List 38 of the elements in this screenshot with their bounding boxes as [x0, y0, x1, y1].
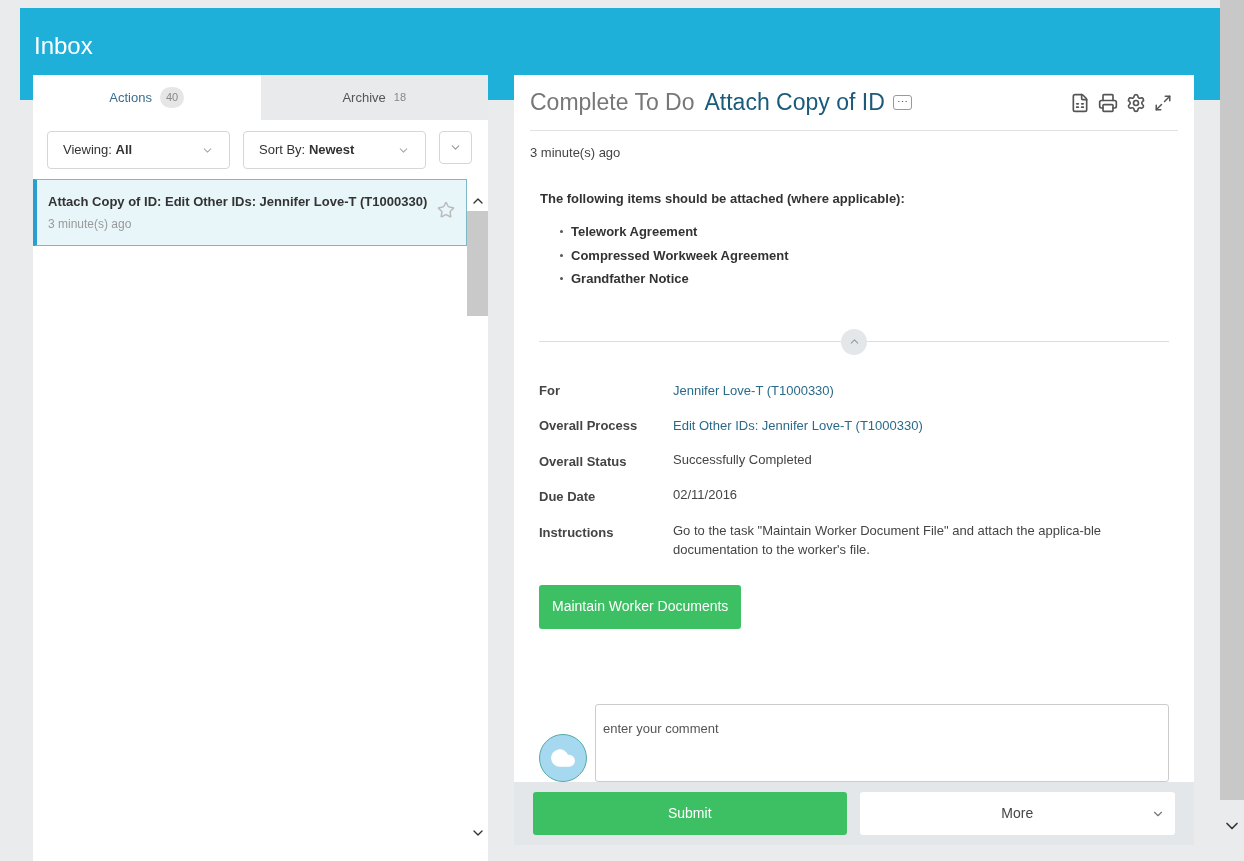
- field-label: Instructions: [539, 523, 615, 542]
- detail-title: Attach Copy of ID: [704, 88, 885, 118]
- bullet-icon: [560, 277, 563, 281]
- spreadsheet-icon[interactable]: [1070, 92, 1090, 113]
- page-title: Inbox: [34, 32, 93, 59]
- field-value: 02/11/2016: [673, 486, 739, 504]
- filter-dropdown[interactable]: Viewing: All: [47, 131, 230, 169]
- filter-dropdown[interactable]: Sort By: Newest: [243, 131, 426, 169]
- more-options-button[interactable]: ⋯: [892, 95, 912, 110]
- field-label: For: [539, 381, 561, 400]
- detail-time: 3 minute(s) ago: [530, 144, 622, 162]
- field-link[interactable]: Edit Other IDs: Jennifer Love-T (T1000330): [673, 416, 923, 436]
- field-link[interactable]: Jennifer Love-T (T1000330): [673, 380, 834, 400]
- comment-field[interactable]: enter your comment: [595, 704, 1169, 782]
- item-time: 3 minute(s) ago: [48, 216, 133, 233]
- scrollbar-thumb[interactable]: [467, 211, 488, 316]
- field-label: Overall Process: [539, 417, 639, 435]
- expand-icon[interactable]: [1154, 93, 1172, 112]
- inbox-item[interactable]: Attach Copy of ID: Edit Other IDs: Jennifer Love-T (T1000330) 3 minute(s) ago: [33, 179, 467, 246]
- tab[interactable]: Archive 18: [260, 75, 488, 120]
- field-value: Go to the task "Maintain Worker Document File" and attach the applica-ble documentation to the worker's file.: [673, 521, 1103, 559]
- star-icon[interactable]: [437, 200, 455, 219]
- bullet-icon: [560, 230, 563, 234]
- field-value: Successfully Completed: [673, 450, 813, 469]
- detail-prefix: Complete To Do: [530, 88, 695, 118]
- bullet-item: Compressed Workweek Agreement: [571, 246, 789, 265]
- expand-dropdown[interactable]: [439, 131, 472, 164]
- field-label: Due Date: [539, 488, 597, 506]
- item-title: Attach Copy of ID: Edit Other IDs: Jennifer Love-T (T1000330): [48, 193, 429, 211]
- print-icon[interactable]: [1098, 92, 1118, 113]
- settings-icon[interactable]: [1126, 92, 1146, 113]
- bullet-icon: [560, 253, 563, 257]
- more-button[interactable]: More: [859, 792, 1175, 835]
- field-label: Overall Status: [539, 452, 628, 471]
- bullet-item: Grandfather Notice: [571, 270, 689, 288]
- collapse-button[interactable]: [841, 328, 867, 355]
- intro-text: The following items should be attached (where applicable):: [540, 189, 906, 208]
- bullet-item: Telework Agreement: [571, 223, 698, 241]
